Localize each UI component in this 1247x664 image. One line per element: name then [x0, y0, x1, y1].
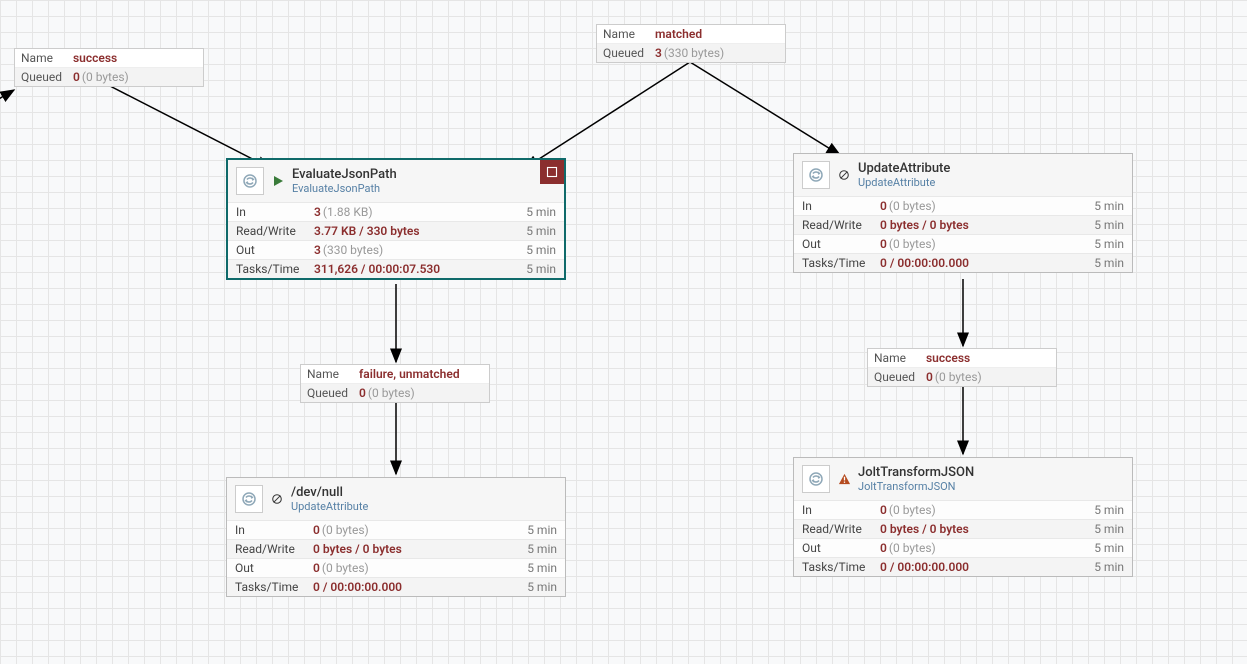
- processor-stats: In3(1.88 KB)5 minRead/Write3.77 KB / 330…: [228, 202, 564, 278]
- conn-queued-label: Queued: [874, 370, 922, 384]
- connection-label[interactable]: Name success Queued 0(0 bytes): [14, 48, 204, 87]
- processor-title: JoltTransformJSON: [858, 465, 974, 480]
- conn-queued-count: 0: [73, 70, 80, 84]
- processor-icon: [236, 167, 264, 195]
- processor-header[interactable]: JoltTransformJSONJoltTransformJSON: [794, 458, 1132, 500]
- stopped-icon: [838, 169, 852, 181]
- processor-type: UpdateAttribute: [858, 176, 950, 189]
- primary-node-icon: [540, 160, 564, 184]
- conn-queued-label: Queued: [307, 386, 355, 400]
- conn-queued-count: 0: [926, 370, 933, 384]
- conn-queued-size: (0 bytes): [82, 70, 129, 84]
- processor-header[interactable]: UpdateAttributeUpdateAttribute: [794, 154, 1132, 196]
- processor-title: /dev/null: [291, 485, 368, 500]
- conn-name-value: matched: [655, 27, 702, 41]
- processor-type: UpdateAttribute: [291, 500, 368, 513]
- conn-name-label: Name: [603, 27, 651, 41]
- conn-name-label: Name: [874, 351, 922, 365]
- conn-queued-count: 3: [655, 46, 662, 60]
- conn-name-label: Name: [21, 51, 69, 65]
- processor-header[interactable]: /dev/nullUpdateAttribute: [227, 478, 565, 520]
- processor-stats: In0(0 bytes)5 minRead/Write0 bytes / 0 b…: [794, 196, 1132, 272]
- processor-icon: [802, 161, 830, 189]
- warning-icon: [838, 473, 852, 486]
- processor-stats: In0(0 bytes)5 minRead/Write0 bytes / 0 b…: [227, 520, 565, 596]
- processor-node[interactable]: EvaluateJsonPathEvaluateJsonPathIn3(1.88…: [226, 158, 566, 280]
- processor-type: EvaluateJsonPath: [292, 182, 397, 195]
- conn-queued-size: (0 bytes): [935, 370, 982, 384]
- connection-label[interactable]: Name failure, unmatched Queued 0(0 bytes): [300, 364, 490, 403]
- conn-queued-size: (0 bytes): [368, 386, 415, 400]
- stopped-icon: [271, 493, 285, 505]
- processor-node[interactable]: /dev/nullUpdateAttributeIn0(0 bytes)5 mi…: [226, 477, 566, 597]
- processor-node[interactable]: UpdateAttributeUpdateAttributeIn0(0 byte…: [793, 153, 1133, 273]
- processor-icon: [802, 465, 830, 493]
- processor-icon: [235, 485, 263, 513]
- conn-queued-count: 0: [359, 386, 366, 400]
- processor-node[interactable]: JoltTransformJSONJoltTransformJSONIn0(0 …: [793, 457, 1133, 577]
- conn-name-value: success: [73, 51, 117, 65]
- processor-title: EvaluateJsonPath: [292, 167, 397, 182]
- processor-stats: In0(0 bytes)5 minRead/Write0 bytes / 0 b…: [794, 500, 1132, 576]
- conn-name-value: success: [926, 351, 970, 365]
- conn-queued-label: Queued: [21, 70, 69, 84]
- processor-header[interactable]: EvaluateJsonPathEvaluateJsonPath: [228, 160, 564, 202]
- connection-label[interactable]: Name success Queued 0(0 bytes): [867, 348, 1057, 387]
- processor-title: UpdateAttribute: [858, 161, 950, 176]
- processor-type: JoltTransformJSON: [858, 480, 974, 493]
- conn-name-label: Name: [307, 367, 355, 381]
- play-icon: [272, 175, 286, 187]
- conn-name-value: failure, unmatched: [359, 367, 460, 381]
- connection-label[interactable]: Name matched Queued 3(330 bytes): [596, 24, 786, 63]
- conn-queued-label: Queued: [603, 46, 651, 60]
- conn-queued-size: (330 bytes): [664, 46, 724, 60]
